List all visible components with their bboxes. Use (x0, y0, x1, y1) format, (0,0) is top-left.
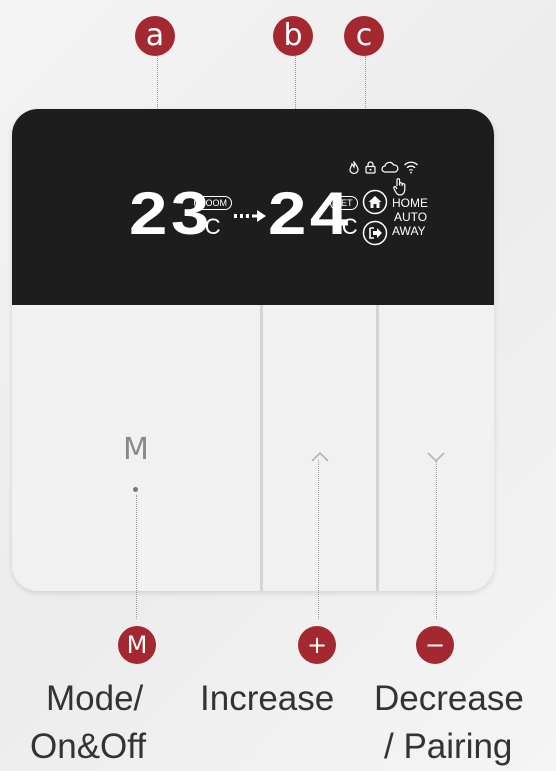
mode-auto-label: AUTO (394, 210, 428, 224)
caption-decrease-line2: / Pairing (384, 727, 513, 766)
set-label: SET (330, 196, 358, 210)
lock-icon (365, 161, 376, 174)
callout-decrease: − (416, 626, 454, 664)
increase-key[interactable] (263, 305, 376, 591)
wifi-icon (404, 161, 418, 174)
away-icon (362, 220, 388, 246)
hand-icon (393, 178, 406, 196)
room-unit: °C (196, 214, 221, 239)
leader-mode (136, 495, 137, 619)
lcd-screen: 23 ROOM °C 24 SET °C HOME AUTO AWAY (12, 109, 494, 305)
home-icon (362, 189, 388, 215)
callout-mode: M (118, 626, 156, 664)
leader-decrease (436, 460, 437, 619)
callout-a: a (135, 16, 175, 56)
callout-c: c (344, 16, 384, 56)
caption-increase: Increase (200, 679, 335, 718)
arrow-icon (234, 210, 266, 222)
mode-key-letter: M (123, 432, 149, 467)
mode-home-label: HOME (392, 196, 428, 210)
room-label: ROOM (194, 196, 232, 210)
thermostat-device: 23 ROOM °C 24 SET °C HOME AUTO AWAY M (12, 109, 494, 591)
chevron-up-icon (311, 451, 329, 462)
caption-decrease-line1: Decrease (374, 679, 524, 718)
cloud-icon (381, 161, 399, 173)
set-unit: °C (333, 214, 358, 239)
callout-increase: + (298, 626, 336, 664)
caption-mode-line2: On&Off (30, 727, 147, 766)
callout-b: b (273, 16, 313, 56)
leader-increase (318, 460, 319, 619)
mode-key-dot (133, 487, 138, 492)
mode-away-label: AWAY (392, 224, 426, 238)
flame-icon (349, 161, 359, 174)
